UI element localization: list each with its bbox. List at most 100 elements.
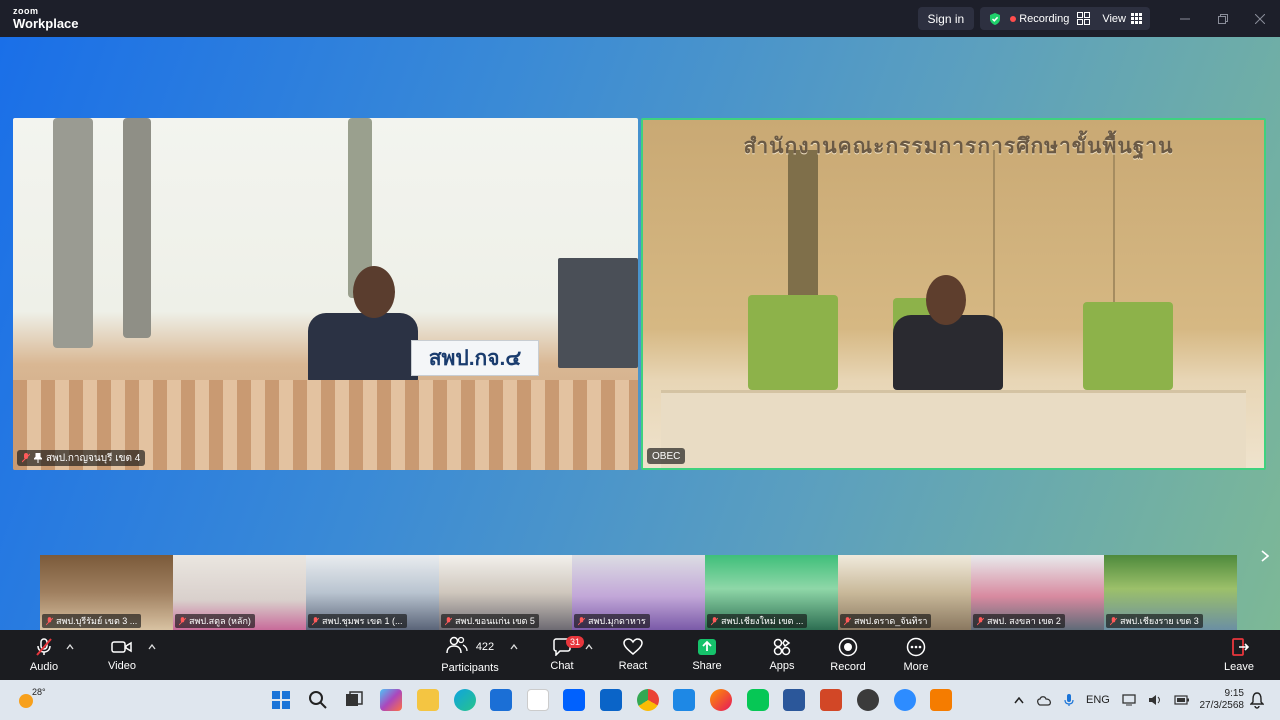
grid-icon[interactable] [1077, 12, 1091, 25]
participants-button[interactable]: 422 Participants [440, 630, 500, 680]
participant-name: สพป.กาญจนบุรี เขต 4 [46, 452, 141, 464]
audio-options-caret[interactable] [66, 642, 74, 652]
more-button[interactable]: More [896, 630, 936, 680]
thumb-name-tag: สพป.เชียงราย เขต 3 [1106, 614, 1203, 628]
app-icon[interactable] [673, 689, 695, 711]
chat-button[interactable]: Chat 31 [542, 630, 585, 680]
audio-button[interactable]: Audio [22, 630, 66, 680]
conference-desk [661, 390, 1246, 468]
firefox-icon[interactable] [710, 689, 732, 711]
meeting-stage: สพป.กจ.๔ สพป.กาญจนบุรี เขต 4 สำนักงานคณะ… [0, 37, 1280, 630]
apps-button[interactable]: Apps [762, 630, 802, 680]
video-options-caret[interactable] [148, 642, 156, 652]
store-icon[interactable] [490, 689, 512, 711]
leave-label: Leave [1224, 661, 1254, 673]
copilot-icon[interactable] [380, 689, 402, 711]
weather-temp: 28° [32, 687, 46, 697]
zoom-app-icon[interactable] [894, 689, 916, 711]
weather-widget[interactable]: 28° [16, 680, 50, 720]
mic-muted-icon [1110, 616, 1117, 625]
desk-sign: สพป.กจ.๔ [411, 340, 539, 376]
cloud-icon[interactable] [1036, 694, 1052, 706]
maximize-button[interactable] [1204, 0, 1242, 37]
close-button[interactable] [1241, 0, 1279, 37]
tree-trunk [123, 118, 151, 338]
file-explorer-icon[interactable] [417, 689, 439, 711]
system-tray: ENG [1014, 680, 1190, 720]
amazon-icon[interactable] [527, 689, 549, 711]
chrome-icon[interactable] [637, 689, 659, 711]
chat-unread-badge: 31 [566, 636, 585, 648]
participants-count: 422 [475, 641, 495, 653]
filmstrip-thumb[interactable]: สพป.บุรีรัมย์ เขต 3 ... [40, 555, 173, 630]
thumb-name-tag: สพป.สตูล (หลัก) [175, 614, 255, 628]
thumb-name: สพป.ชุมพร เขต 1 (... [322, 616, 403, 626]
app-icon[interactable] [930, 689, 952, 711]
apps-icon [773, 638, 791, 656]
record-button[interactable]: Record [826, 630, 870, 680]
mic-muted-icon [46, 616, 53, 625]
thumb-name: สพป.เชียงราย เขต 3 [1120, 616, 1199, 626]
display-icon[interactable] [1122, 694, 1136, 706]
recording-indicator[interactable]: Recording [1010, 13, 1069, 25]
participants-icon [446, 636, 468, 654]
outlook-icon[interactable] [600, 689, 622, 711]
word-icon[interactable] [783, 689, 805, 711]
thumb-name-tag: สพป. สงขลา เขต 2 [973, 614, 1065, 628]
minimize-button[interactable] [1166, 0, 1204, 37]
video-tile-right-active-speaker[interactable]: สำนักงานคณะกรรมการการศึกษาขั้นพื้นฐาน OB… [641, 118, 1266, 470]
filmstrip-thumb[interactable]: สพป.ชุมพร เขต 1 (... [306, 555, 439, 630]
filmstrip-thumb[interactable]: สพป.ตราด_จันทิรา [838, 555, 971, 630]
input-language[interactable]: ENG [1086, 694, 1110, 706]
record-icon [838, 637, 858, 657]
thumb-name: สพป.ตราด_จันทิรา [854, 616, 928, 626]
notification-bell-icon[interactable] [1250, 691, 1264, 709]
presenter-head [926, 275, 966, 325]
video-button[interactable]: Video [100, 630, 144, 680]
microphone-icon[interactable] [1064, 693, 1074, 707]
search-icon[interactable] [307, 689, 329, 711]
app-icon[interactable] [857, 689, 879, 711]
filmstrip-thumb[interactable]: สพป.เชียงราย เขต 3 [1104, 555, 1237, 630]
filmstrip-thumb[interactable]: สพป.ขอนแก่น เขต 5 [439, 555, 572, 630]
thumb-name-tag: สพป.ชุมพร เขต 1 (... [308, 614, 407, 628]
leave-icon [1232, 638, 1249, 656]
record-label: Record [830, 661, 866, 673]
recording-group[interactable]: Recording View [980, 7, 1150, 30]
brand-large: Workplace [13, 16, 79, 31]
task-view-icon[interactable] [343, 689, 365, 711]
participants-label: Participants [441, 662, 499, 674]
thumb-name: สพป.ขอนแก่น เขต 5 [455, 616, 535, 626]
filmstrip-thumb[interactable]: สพป.เชียงใหม่ เขต ... [705, 555, 838, 630]
tree-trunk [53, 118, 93, 348]
powerpoint-icon[interactable] [820, 689, 842, 711]
volume-icon[interactable] [1148, 694, 1162, 706]
chair [748, 295, 838, 390]
sign-in-button[interactable]: Sign in [917, 7, 975, 30]
chevron-up-icon [148, 643, 156, 650]
clock[interactable]: 9:15 27/3/2568 [1198, 680, 1245, 720]
chat-options-caret[interactable] [585, 642, 593, 652]
filmstrip-thumb[interactable]: สพป.สตูล (หลัก) [173, 555, 306, 630]
participants-options-caret[interactable] [510, 642, 518, 652]
filmstrip-thumb[interactable]: สพป.มุกดาหาร [572, 555, 705, 630]
shield-check-icon [990, 12, 1001, 25]
presenter-body [893, 315, 1003, 390]
filmstrip-thumb[interactable]: สพป. สงขลา เขต 2 [971, 555, 1104, 630]
react-button[interactable]: React [612, 630, 654, 680]
chevron-right-icon [1261, 550, 1269, 562]
close-icon [1255, 13, 1265, 24]
video-tile-left[interactable]: สพป.กจ.๔ สพป.กาญจนบุรี เขต 4 [13, 118, 638, 470]
line-icon[interactable] [747, 689, 769, 711]
clock-date: 27/3/2568 [1199, 700, 1245, 711]
chevron-up-icon[interactable] [1014, 696, 1024, 704]
dropbox-icon[interactable] [563, 689, 585, 711]
leave-button[interactable]: Leave [1220, 630, 1258, 680]
filmstrip-next-button[interactable] [1255, 545, 1275, 567]
windows-start-icon[interactable] [270, 689, 292, 711]
share-button[interactable]: Share [687, 630, 727, 680]
view-button[interactable]: View [1102, 13, 1142, 25]
mic-muted-icon [977, 616, 984, 625]
edge-browser-icon[interactable] [454, 689, 476, 711]
battery-icon[interactable] [1174, 695, 1190, 705]
